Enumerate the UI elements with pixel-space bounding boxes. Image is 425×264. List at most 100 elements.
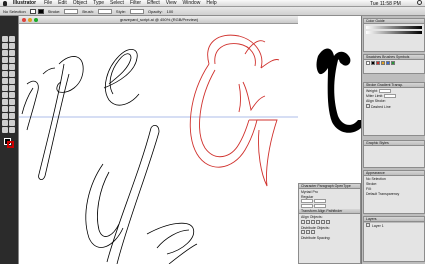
font-family-field[interactable]: Myriad Pro [301, 190, 318, 194]
distribute-bottom-icon[interactable] [311, 230, 315, 235]
apple-icon[interactable] [3, 0, 7, 6]
letter-e-outline [103, 49, 140, 106]
swatch-green[interactable] [391, 61, 395, 65]
menu-filter[interactable]: Filter [130, 0, 141, 6]
fill-stroke-control[interactable] [4, 138, 14, 148]
menu-file[interactable]: File [44, 0, 52, 6]
rotate-tool-icon[interactable] [2, 71, 8, 77]
menu-help[interactable]: Help [206, 0, 216, 6]
pencil-tool-icon[interactable] [9, 64, 15, 70]
dashed-line-checkbox[interactable] [366, 104, 370, 108]
graphic-styles-panel: Graphic Styles [363, 140, 425, 168]
zoom-tool-icon[interactable] [9, 127, 15, 133]
appearance-body: No Selection Stroke: Fill: Default Trans… [364, 176, 424, 198]
swatch-black[interactable] [371, 61, 375, 65]
appearance-fill-label[interactable]: Fill: [366, 187, 371, 191]
color-slider[interactable] [366, 31, 422, 34]
appearance-stroke-label[interactable]: Stroke: [366, 182, 377, 186]
hand-tool-icon[interactable] [2, 127, 8, 133]
fill-swatch[interactable] [37, 8, 44, 14]
brush-select[interactable] [97, 8, 112, 14]
weight-field[interactable] [378, 89, 391, 94]
stroke-color-icon[interactable] [7, 141, 14, 148]
stroke-weight-field[interactable] [64, 8, 79, 14]
kerning-field[interactable] [301, 203, 313, 208]
control-bar: No Selection Stroke: Brush: Style: Opaci… [0, 7, 425, 16]
visibility-eye-icon[interactable] [366, 223, 370, 227]
zoom-icon[interactable] [34, 18, 38, 22]
minimize-icon[interactable] [28, 18, 32, 22]
crop-tool-icon[interactable] [2, 113, 8, 119]
menu-object[interactable]: Object [73, 0, 87, 6]
stroke-swatch[interactable] [29, 8, 36, 14]
menu-window[interactable]: Window [183, 0, 201, 6]
app-menu[interactable]: Illustrator [13, 0, 36, 6]
align-center-icon[interactable] [306, 219, 310, 224]
swatches-panel: Swatches Brushes Symbols [363, 54, 425, 74]
align-middle-icon[interactable] [321, 219, 325, 224]
scissors-tool-icon[interactable] [9, 120, 15, 126]
layer-row[interactable]: Layer 1 [364, 222, 424, 228]
stroke-panel-body: Weight: Miter Limit: Align Stroke: Dashe… [364, 88, 424, 111]
appearance-opacity[interactable]: Default Transparency [366, 192, 422, 197]
align-left-icon[interactable] [301, 219, 305, 224]
menu-edit[interactable]: Edit [58, 0, 67, 6]
align-stroke-label: Align Stroke: [366, 99, 386, 103]
swatch-blue[interactable] [386, 61, 390, 65]
layer-name[interactable]: Layer 1 [372, 224, 384, 228]
artboard-canvas[interactable] [19, 24, 298, 264]
font-style-field[interactable]: Regular [301, 195, 313, 199]
live-paint-tool-icon[interactable] [2, 106, 8, 112]
style-select[interactable] [129, 8, 144, 14]
opacity-value[interactable]: 100 [167, 9, 174, 14]
character-panel-body: Myriad Pro Regular [299, 189, 360, 209]
distribute-center-icon[interactable] [306, 230, 310, 235]
letter-g-red-outline [189, 34, 280, 187]
slice-tool-icon[interactable] [9, 113, 15, 119]
menu-view[interactable]: View [166, 0, 177, 6]
tracking-field[interactable] [313, 203, 326, 208]
color-panel-tabs[interactable]: Color Guide [364, 19, 424, 24]
letter-d-outline [85, 124, 160, 264]
swatch-red[interactable] [376, 61, 380, 65]
pen-tool-icon[interactable] [2, 50, 8, 56]
align-bottom-icon[interactable] [326, 219, 330, 224]
menu-effect[interactable]: Effect [147, 0, 160, 6]
align-top-icon[interactable] [316, 219, 320, 224]
menu-type[interactable]: Type [93, 0, 104, 6]
warp-tool-icon[interactable] [2, 78, 8, 84]
magic-wand-tool-icon[interactable] [2, 43, 8, 49]
live-paint-selection-tool-icon[interactable] [9, 106, 15, 112]
font-size-field[interactable] [301, 199, 313, 204]
type-tool-icon[interactable] [9, 50, 15, 56]
leading-field[interactable] [313, 199, 326, 204]
close-icon[interactable] [22, 18, 26, 22]
graphic-styles-tabs[interactable]: Graphic Styles [364, 141, 424, 146]
eyedropper-tool-icon[interactable] [2, 99, 8, 105]
symbol-sprayer-tool-icon[interactable] [2, 85, 8, 91]
miter-field[interactable] [384, 94, 397, 99]
swatch-white[interactable] [366, 61, 370, 65]
mesh-tool-icon[interactable] [2, 92, 8, 98]
scale-tool-icon[interactable] [9, 71, 15, 77]
swatch-orange[interactable] [381, 61, 385, 65]
paintbrush-tool-icon[interactable] [2, 64, 8, 70]
spotlight-icon[interactable] [417, 0, 422, 5]
rectangle-tool-icon[interactable] [9, 57, 15, 63]
color-ramp[interactable] [366, 26, 422, 29]
menu-select[interactable]: Select [110, 0, 124, 6]
eraser-tool-icon[interactable] [2, 120, 8, 126]
graph-tool-icon[interactable] [9, 85, 15, 91]
blend-tool-icon[interactable] [9, 99, 15, 105]
align-right-icon[interactable] [311, 219, 315, 224]
lasso-tool-icon[interactable] [9, 43, 15, 49]
direct-selection-tool-icon[interactable] [9, 36, 15, 42]
distribute-top-icon[interactable] [301, 230, 305, 235]
menu-bar: Illustrator File Edit Object Type Select… [0, 0, 425, 7]
selection-tool-icon[interactable] [2, 36, 8, 42]
line-tool-icon[interactable] [2, 57, 8, 63]
selection-status: No Selection [3, 8, 26, 14]
free-transform-tool-icon[interactable] [9, 78, 15, 84]
miter-label: Miter Limit: [366, 94, 384, 98]
gradient-tool-icon[interactable] [9, 92, 15, 98]
